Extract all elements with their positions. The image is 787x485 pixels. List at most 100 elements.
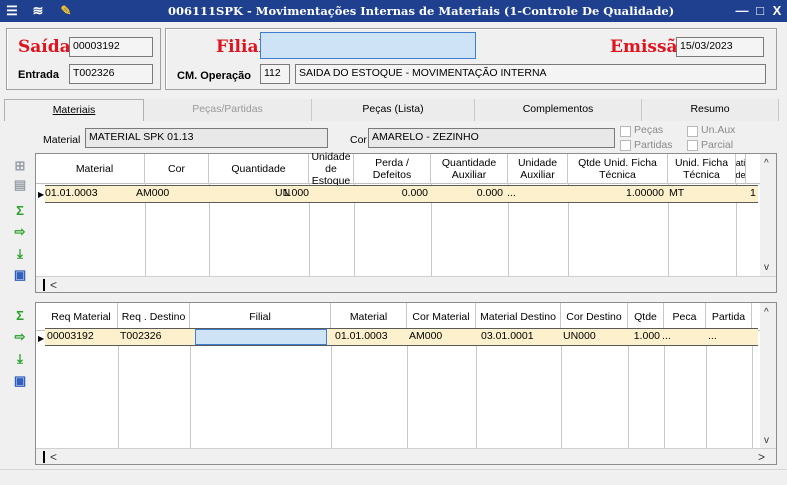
wrench-icon[interactable]: ✎ (58, 3, 74, 19)
export-icon-2[interactable]: ⇨ (12, 329, 28, 345)
image-icon-2[interactable]: ▣ (12, 373, 28, 389)
tab-pecas-lista-label: Peças (Lista) (362, 103, 424, 115)
cell-quantidade: 1.000 (282, 187, 309, 199)
sum-icon-2[interactable]: Σ (12, 308, 28, 324)
cell-unid-aux: ... (507, 187, 516, 199)
cell-unid-ficha: MT (669, 187, 685, 199)
requisicoes-grid-header: Req Material Req . Destino Filial Materi… (36, 303, 776, 331)
parcial-checkbox[interactable] (687, 140, 698, 151)
scroll-down-icon[interactable]: v (764, 262, 769, 273)
col-material-2[interactable]: Material (331, 303, 407, 331)
col-qtde-unid-ficha[interactable]: Qtde Unid. Ficha Técnica (568, 154, 668, 184)
scroll-thumb[interactable] (43, 279, 45, 291)
requisicoes-grid: Req Material Req . Destino Filial Materi… (35, 302, 777, 465)
col-req-destino[interactable]: Req . Destino (118, 303, 190, 331)
grid2-vertical-scrollbar[interactable]: ^ v (760, 303, 776, 449)
app-menu-icon[interactable]: ☰ (4, 3, 20, 19)
move-down-icon-2[interactable]: ⤓ (12, 351, 28, 367)
col-unid-ficha[interactable]: Unid. Ficha Técnica (668, 154, 736, 184)
maximize-button[interactable]: □ (751, 3, 769, 19)
tab-pecas-partidas-label: Peças/Partidas (192, 103, 263, 115)
unaux-checkbox-label: Un.Aux (701, 124, 736, 136)
scroll-thumb-2[interactable] (43, 451, 45, 463)
filial-field[interactable] (260, 32, 476, 59)
table-row[interactable]: 01.01.0003 AM000 1.000 UN 0.000 0.000 ..… (45, 185, 758, 203)
col-unidade-estoque[interactable]: Unidade de Estoque (309, 151, 354, 187)
col-material-destino[interactable]: Material Destino (476, 303, 561, 331)
col-cor[interactable]: Cor (145, 154, 209, 184)
tab-complementos-label: Complementos (522, 103, 594, 115)
scroll-up-icon-2[interactable]: ^ (764, 307, 769, 318)
scroll-down-icon-2[interactable]: v (764, 435, 769, 446)
material-filter-field: MATERIAL SPK 01.13 (85, 128, 328, 148)
image-icon[interactable]: ▣ (12, 267, 28, 283)
table-row[interactable]: 00003192 T002326 01.01.0003 AM000 03.01.… (45, 328, 758, 346)
tab-pecas-partidas[interactable]: Peças/Partidas (144, 99, 312, 121)
tab-resumo[interactable]: Resumo (642, 99, 779, 121)
add-row-icon[interactable]: ⊞ (12, 158, 28, 174)
stack-icon[interactable]: ≋ (30, 3, 46, 19)
edit-row-icon[interactable]: ▤ (12, 177, 28, 193)
col-peca[interactable]: Peca (664, 303, 706, 331)
cell-unidade-estoque: UN (275, 187, 291, 199)
grid1-vertical-scrollbar[interactable]: ^ v (760, 154, 776, 276)
scroll-right-icon-2[interactable]: > (758, 450, 765, 464)
col-cor-material[interactable]: Cor Material (407, 303, 476, 331)
scroll-left-icon-2[interactable]: < (50, 450, 57, 464)
col-cor-destino[interactable]: Cor Destino (561, 303, 628, 331)
cell-qtde-ficha: 1.00000 (626, 187, 664, 199)
tab-materiais[interactable]: Materiais (4, 99, 144, 121)
tab-complementos[interactable]: Complementos (475, 99, 642, 121)
cell-cor-destino: UN000 (563, 330, 596, 342)
saida-entrada-panel: Saída 00003192 Entrada T002326 (6, 28, 161, 90)
col-qtde[interactable]: Qtde (628, 303, 664, 331)
scroll-up-icon[interactable]: ^ (764, 158, 769, 169)
entrada-field[interactable]: T002326 (69, 64, 153, 84)
cor-filter-field: AMARELO - ZEZINHO (368, 128, 615, 148)
grid1-horizontal-scrollbar[interactable]: < (36, 276, 776, 292)
tab-resumo-label: Resumo (690, 103, 730, 115)
minimize-button[interactable]: — (733, 3, 751, 19)
grid2-horizontal-scrollbar[interactable]: < > (36, 448, 776, 464)
parcial-checkbox-label: Parcial (701, 139, 734, 151)
entrada-label: Entrada (18, 69, 59, 81)
col-quantidade[interactable]: Quantidade (209, 154, 309, 184)
scroll-left-icon[interactable]: < (50, 278, 57, 292)
status-bar (0, 469, 787, 485)
close-button[interactable]: X (768, 3, 786, 19)
partidas-checkbox-label: Partidas (634, 139, 673, 151)
saida-field[interactable]: 00003192 (69, 37, 153, 57)
cor-filter-label: Cor (350, 134, 367, 146)
cell-truncated: 1 (750, 187, 756, 199)
cell-qtde: 1.000 (633, 330, 660, 342)
cell-peca: ... (662, 330, 671, 342)
cell-filial[interactable] (195, 329, 327, 345)
export-icon[interactable]: ⇨ (12, 224, 28, 240)
col-partida[interactable]: Partida (706, 303, 752, 331)
filial-operacao-panel: Filial Emissão 15/03/2023 CM. Operação 1… (165, 28, 777, 90)
unaux-checkbox[interactable] (687, 126, 698, 137)
cell-req-destino: T002326 (120, 330, 162, 342)
pecas-checkbox[interactable] (620, 126, 631, 137)
saida-label: Saída (18, 37, 71, 57)
col-truncated[interactable]: ati de (736, 154, 746, 184)
pecas-checkbox-label: Peças (634, 124, 664, 136)
cell-perda: 0.000 (401, 187, 428, 199)
filial-label: Filial (216, 37, 265, 57)
cell-material: 01.01.0003 (45, 187, 98, 199)
move-down-icon[interactable]: ⤓ (12, 246, 28, 262)
tab-materiais-label: Materiais (52, 104, 96, 116)
partidas-checkbox[interactable] (620, 140, 631, 151)
sum-icon[interactable]: Σ (12, 203, 28, 219)
col-perda-defeitos[interactable]: Perda / Defeitos (354, 154, 431, 184)
cm-operacao-code-field[interactable]: 112 (260, 64, 290, 84)
col-req-material[interactable]: Req Material (45, 303, 118, 331)
cell-req-material: 00003192 (47, 330, 94, 342)
col-material[interactable]: Material (45, 154, 145, 184)
col-quantidade-auxiliar[interactable]: Quantidade Auxiliar (431, 154, 508, 184)
col-unidade-auxiliar[interactable]: Unidade Auxiliar (508, 154, 568, 184)
col-filial[interactable]: Filial (190, 303, 331, 331)
materiais-grid: Material Cor Quantidade Unidade de Estoq… (35, 151, 777, 293)
tab-pecas-lista[interactable]: Peças (Lista) (312, 99, 475, 121)
emissao-field[interactable]: 15/03/2023 (676, 37, 764, 57)
